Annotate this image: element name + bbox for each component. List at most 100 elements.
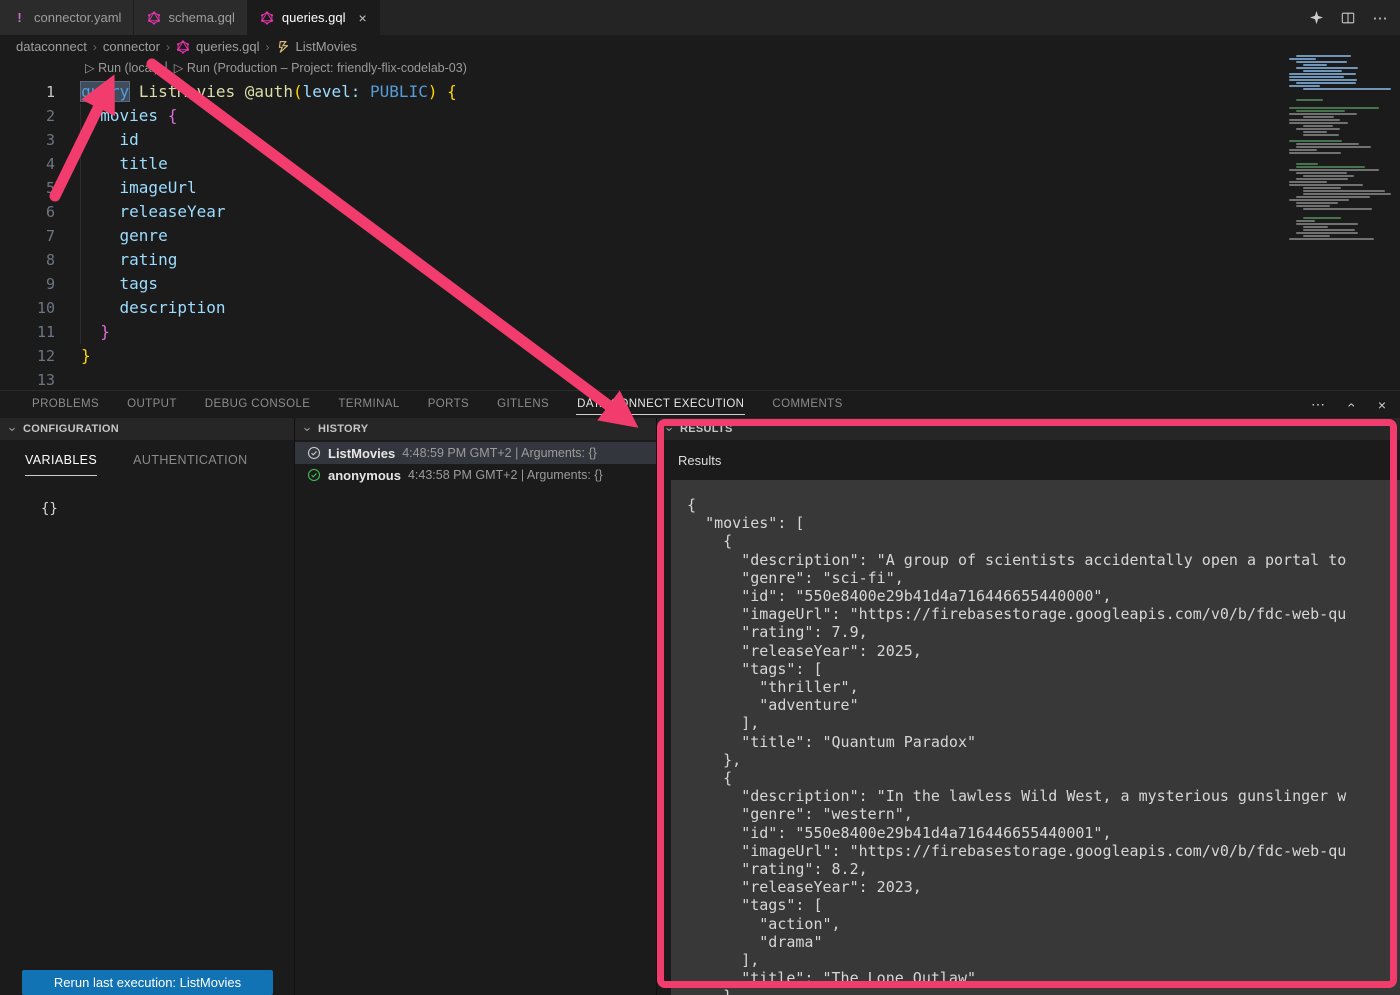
token: PUBLIC [370, 82, 428, 101]
token: genre [120, 226, 168, 245]
run-local-link[interactable]: ▷ Run (local) [85, 60, 159, 75]
code-line: 5 imageUrl [0, 176, 1270, 200]
minimap-line [1296, 166, 1365, 168]
tab-connector.yaml[interactable]: !connector.yaml [0, 0, 134, 35]
breadcrumb-item-ListMovies[interactable]: ListMovies [276, 39, 357, 54]
breadcrumb-item-queries.gql[interactable]: queries.gql [176, 39, 260, 54]
line-number: 2 [0, 104, 70, 128]
sparkle-button[interactable] [1308, 10, 1324, 26]
close-icon[interactable]: × [359, 10, 367, 26]
code-text: query ListMovies @auth(level: PUBLIC) { [70, 80, 457, 104]
panel-tab-output[interactable]: OUTPUT [113, 391, 191, 418]
history-item-name: anonymous [328, 468, 401, 483]
split-editor-icon [1341, 10, 1356, 25]
minimap-line [1296, 223, 1358, 225]
token: } [81, 346, 91, 365]
minimap-gap [1283, 91, 1400, 99]
token: title [120, 154, 168, 173]
line-number: 5 [0, 176, 70, 200]
breadcrumb-label: dataconnect [16, 39, 87, 54]
tab-queries.gql[interactable]: queries.gql× [248, 0, 380, 35]
line-number: 3 [0, 128, 70, 152]
more-icon[interactable]: ⋯ [1310, 396, 1326, 413]
token [81, 250, 120, 269]
breadcrumb-label: ListMovies [296, 39, 357, 54]
more-button[interactable]: ⋯ [1372, 10, 1388, 26]
data-connect-execution-view: › CONFIGURATION VARIABLESAUTHENTICATION … [0, 418, 1400, 995]
line-number: 12 [0, 344, 70, 368]
code-line: 3 id [0, 128, 1270, 152]
history-item-ListMovies[interactable]: ListMovies4:48:59 PM GMT+2 | Arguments: … [295, 442, 656, 464]
code-editor[interactable]: ▷ Run (local) | ▷ Run (Production – Proj… [0, 58, 1400, 391]
minimap-line [1296, 55, 1351, 57]
panel-tab-problems[interactable]: PROBLEMS [18, 391, 113, 418]
minimap-line [1303, 226, 1328, 228]
token: level: [303, 82, 361, 101]
code-text: movies { [70, 104, 177, 128]
minimap-line [1296, 99, 1323, 101]
code-line: 13 [0, 368, 1270, 392]
breadcrumb-item-dataconnect[interactable]: dataconnect [16, 39, 87, 54]
results-title: RESULTS [680, 423, 733, 435]
panel-tab-bar: PROBLEMSOUTPUTDEBUG CONSOLETERMINALPORTS… [0, 391, 1280, 418]
panel-tab-ports[interactable]: PORTS [414, 391, 483, 418]
minimap-line [1296, 220, 1315, 222]
minimap-line [1289, 149, 1317, 151]
panel-tab-terminal[interactable]: TERMINAL [324, 391, 413, 418]
breadcrumb-label: queries.gql [196, 39, 260, 54]
config-tab-authentication[interactable]: AUTHENTICATION [133, 453, 247, 476]
token: imageUrl [120, 178, 197, 197]
minimap-line [1296, 172, 1347, 174]
breadcrumb-separator-icon: › [266, 40, 270, 54]
minimap-line [1289, 119, 1340, 121]
code-text: title [70, 152, 168, 176]
chevron-down-icon: › [6, 424, 21, 434]
minimap-line [1289, 122, 1348, 124]
run-production-link[interactable]: ▷ Run (Production – Project: friendly-fl… [174, 60, 467, 75]
minimap-line [1289, 113, 1357, 115]
line-number: 1 [0, 80, 70, 104]
line-number: 8 [0, 248, 70, 272]
tab-label: connector.yaml [34, 10, 121, 25]
editor-tabs: !connector.yamlschema.gqlqueries.gql× [0, 0, 380, 35]
config-tab-variables[interactable]: VARIABLES [25, 453, 97, 476]
tab-schema.gql[interactable]: schema.gql [134, 0, 247, 35]
token [81, 274, 120, 293]
token [437, 82, 447, 101]
panel-tab-data-connect-execution[interactable]: DATA CONNECT EXECUTION [563, 391, 758, 418]
panel-tab-comments[interactable]: COMMENTS [758, 391, 856, 418]
minimap-line [1296, 232, 1358, 234]
results-header[interactable]: › RESULTS [657, 418, 1400, 440]
chevron-down-icon: › [301, 424, 316, 434]
configuration-header[interactable]: › CONFIGURATION [0, 418, 294, 440]
history-item-anonymous[interactable]: anonymous4:43:58 PM GMT+2 | Arguments: {… [295, 464, 656, 486]
results-json: { "movies": [ { "description": "A group … [671, 480, 1400, 995]
line-number: 4 [0, 152, 70, 176]
close-icon[interactable]: × [1374, 397, 1390, 413]
code-text: description [70, 296, 226, 320]
codelens: ▷ Run (local) | ▷ Run (Production – Proj… [85, 60, 467, 75]
token: releaseYear [120, 202, 226, 221]
code-text: rating [70, 248, 177, 272]
panel-tab-debug-console[interactable]: DEBUG CONSOLE [191, 391, 325, 418]
codelens-separator: | [165, 60, 168, 75]
token [81, 226, 120, 245]
line-number: 9 [0, 272, 70, 296]
variables-value[interactable]: {} [41, 501, 294, 517]
breadcrumb-item-connector[interactable]: connector [103, 39, 160, 54]
check-neutral-icon [306, 446, 321, 461]
vscode-window: !connector.yamlschema.gqlqueries.gql× ⋯ … [0, 0, 1400, 995]
sparkle-icon [1309, 10, 1324, 25]
maximize-chevron-icon[interactable]: › [1342, 397, 1358, 413]
token [81, 106, 100, 125]
rerun-last-execution-button[interactable]: Rerun last execution: ListMovies [22, 970, 273, 995]
minimap-line [1296, 82, 1356, 84]
minimap-gap [1283, 155, 1400, 163]
minimap[interactable] [1283, 55, 1400, 240]
panel-tab-gitlens[interactable]: GITLENS [483, 391, 563, 418]
history-header[interactable]: › HISTORY [295, 418, 656, 440]
minimap-line [1296, 196, 1370, 198]
split-editor-button[interactable] [1340, 10, 1356, 26]
minimap-line [1303, 190, 1385, 192]
graphql-icon [260, 10, 275, 25]
